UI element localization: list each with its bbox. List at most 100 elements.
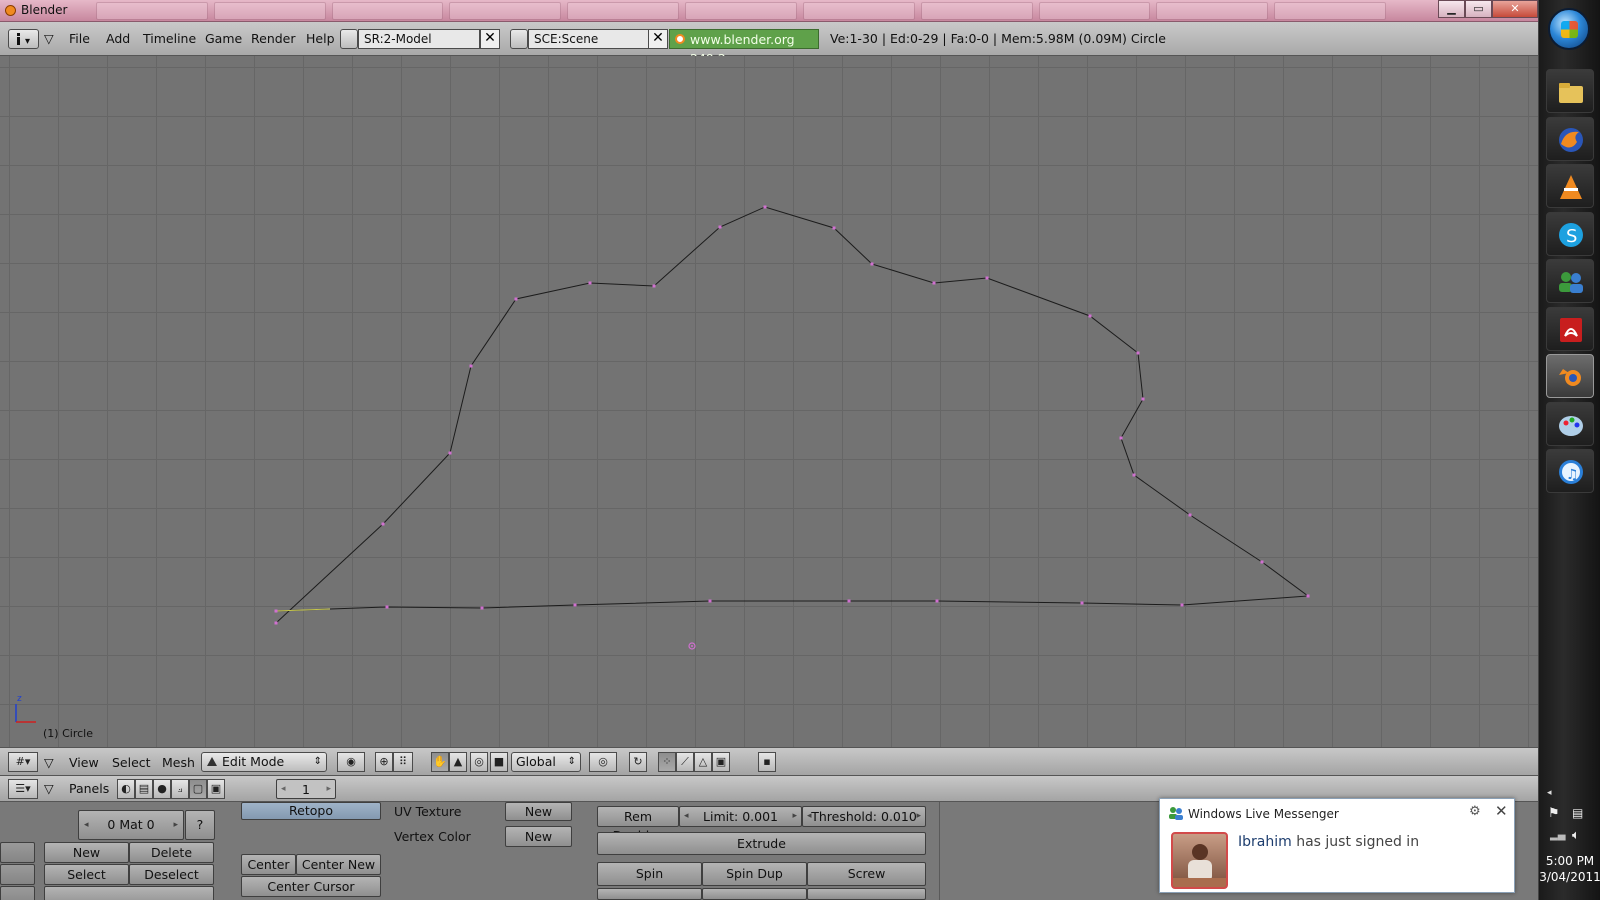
taskbar-messenger-button[interactable] (1546, 259, 1594, 303)
left-tab[interactable] (0, 842, 35, 863)
screw-button[interactable]: Screw (807, 862, 926, 886)
mesh-vertex[interactable] (274, 621, 278, 625)
close-button[interactable]: ✕ (1492, 0, 1538, 18)
maximize-button[interactable]: ▭ (1465, 0, 1492, 18)
mesh-vertex[interactable] (588, 281, 592, 285)
menu-timeline[interactable]: Timeline (143, 31, 196, 46)
menu-view[interactable]: View (69, 755, 99, 770)
material-help-button[interactable]: ? (185, 810, 215, 840)
taskbar-itunes-button[interactable]: ♫ (1546, 449, 1594, 493)
screen-delete-icon[interactable]: ✕ (480, 29, 500, 49)
limit-field[interactable]: ◂ Limit: 0.001 ▸ (679, 806, 802, 827)
scene-context-icon[interactable]: ▣ (207, 779, 225, 799)
volume-icon[interactable]: 🔈︎ (1572, 828, 1580, 843)
mesh-vertex[interactable] (832, 226, 836, 230)
mesh-vertex[interactable] (932, 281, 936, 285)
menu-select[interactable]: Select (112, 755, 151, 770)
center-cursor-button[interactable]: Center Cursor (241, 876, 381, 897)
uv-texture-new-button[interactable]: New (505, 802, 572, 821)
collapse-menu-icon[interactable]: ▽ (44, 755, 54, 770)
scale-manipulator-icon[interactable]: ■ (490, 752, 508, 772)
spin-button[interactable]: Spin (597, 862, 702, 886)
mesh-vertex[interactable] (573, 603, 577, 607)
threshold-field[interactable]: ◂ Threshold: 0.010 ▸ (802, 806, 926, 827)
system-clock[interactable]: 5:00 PM 3/04/2011 (1539, 853, 1600, 885)
minimize-button[interactable]: ▁ (1438, 0, 1465, 18)
start-orb-icon[interactable] (1548, 8, 1590, 50)
scene-delete-icon[interactable]: ✕ (648, 29, 668, 49)
signal-icon[interactable]: ▂▄ (1550, 830, 1565, 841)
material-index-field[interactable]: ◂ 0 Mat 0 ▸ (78, 810, 184, 840)
mesh-vertex[interactable] (381, 522, 385, 526)
edge-select-icon[interactable]: ⟋ (676, 752, 694, 772)
gear-icon[interactable]: ⚙ (1469, 804, 1481, 819)
vertex-select-icon[interactable]: ⁘ (658, 752, 676, 772)
mesh-vertex[interactable] (1119, 436, 1123, 440)
center-new-button[interactable]: Center New (296, 854, 381, 875)
menu-help[interactable]: Help (306, 31, 335, 46)
mesh-vertex[interactable] (870, 262, 874, 266)
editing-context-icon[interactable]: ▢ (189, 779, 207, 799)
shading-context-icon[interactable]: ● (153, 779, 171, 799)
mesh-vertex[interactable] (935, 599, 939, 603)
messenger-notification[interactable]: Windows Live Messenger ⚙ ✕ Ibrahim has j… (1159, 798, 1515, 893)
screen-name-field[interactable]: SR:2-Model (358, 29, 480, 49)
taskbar-skype-button[interactable]: S (1546, 211, 1594, 256)
flag-icon[interactable]: ⚑ (1548, 806, 1560, 821)
material-assign-button[interactable] (44, 886, 214, 900)
tray-expand-icon[interactable]: ◂ (1547, 788, 1552, 798)
menu-render[interactable]: Render (251, 31, 296, 46)
mesh-vertex[interactable] (1132, 473, 1136, 477)
steps-field[interactable] (702, 888, 807, 900)
scene-browse-button[interactable] (510, 29, 528, 49)
degree-field[interactable] (597, 888, 702, 900)
taskbar-vlc-button[interactable] (1546, 164, 1594, 208)
menu-add[interactable]: Add (106, 31, 130, 46)
mode-select[interactable]: Edit Mode ⇕ (201, 752, 327, 772)
mesh-vertex[interactable] (274, 609, 278, 613)
left-tab[interactable] (0, 864, 35, 885)
3d-viewport[interactable]: z (1) Circle (0, 56, 1538, 747)
mesh-vertex[interactable] (514, 297, 518, 301)
rotate-manipulator-icon[interactable]: ◎ (470, 752, 488, 772)
mesh-vertex[interactable] (1136, 351, 1140, 355)
mesh-vertex[interactable] (718, 225, 722, 229)
info-window-type-button[interactable]: ▾ (8, 29, 39, 49)
pivot-options-icon[interactable]: ⠿ (393, 752, 413, 772)
retopo-button[interactable]: Retopo (241, 802, 381, 820)
face-select-icon[interactable]: △ (694, 752, 712, 772)
mesh-vertex[interactable] (985, 276, 989, 280)
mesh-vertex[interactable] (385, 605, 389, 609)
left-tab[interactable] (0, 886, 35, 900)
mesh-vertex[interactable] (448, 451, 452, 455)
menu-file[interactable]: File (69, 31, 90, 46)
close-icon[interactable]: ✕ (1495, 802, 1508, 820)
rem-doubles-button[interactable]: Rem Doubles (597, 806, 679, 843)
center-button[interactable]: Center (241, 854, 296, 875)
network-tray-icon[interactable]: ▤ (1572, 806, 1583, 820)
draw-type-icon[interactable]: ◉ (337, 752, 365, 772)
turns-field[interactable] (807, 888, 926, 900)
mesh-vertex[interactable] (1260, 560, 1264, 564)
taskbar-firefox-button[interactable] (1546, 116, 1594, 161)
render-preview-icon[interactable]: ▪ (758, 752, 776, 772)
taskbar-blender-button[interactable] (1546, 354, 1594, 398)
spin-dup-button[interactable]: Spin Dup (702, 862, 807, 886)
frame-number-field[interactable]: ◂ 1 ▸ (276, 779, 336, 799)
mesh-vertex[interactable] (708, 599, 712, 603)
extrude-button[interactable]: Extrude (597, 832, 926, 855)
screen-browse-button[interactable] (340, 29, 358, 49)
translate-manipulator-icon[interactable]: ▲ (449, 752, 467, 772)
logic-context-icon[interactable]: ◐ (117, 779, 135, 799)
taskbar-acrobat-button[interactable] (1546, 306, 1594, 351)
script-context-icon[interactable]: ▤ (135, 779, 153, 799)
proportional-edit-icon[interactable]: ◎ (589, 752, 617, 772)
mesh-vertex[interactable] (1306, 594, 1310, 598)
mesh-vertex[interactable] (1080, 601, 1084, 605)
orientation-select[interactable]: Global ⇕ (511, 752, 581, 772)
menu-mesh[interactable]: Mesh (162, 755, 195, 770)
mesh-vertex[interactable] (1188, 513, 1192, 517)
material-deselect-button[interactable]: Deselect (129, 864, 214, 885)
layer-lock-icon[interactable]: ↻ (629, 752, 647, 772)
taskbar-explorer-button[interactable] (1546, 69, 1594, 113)
